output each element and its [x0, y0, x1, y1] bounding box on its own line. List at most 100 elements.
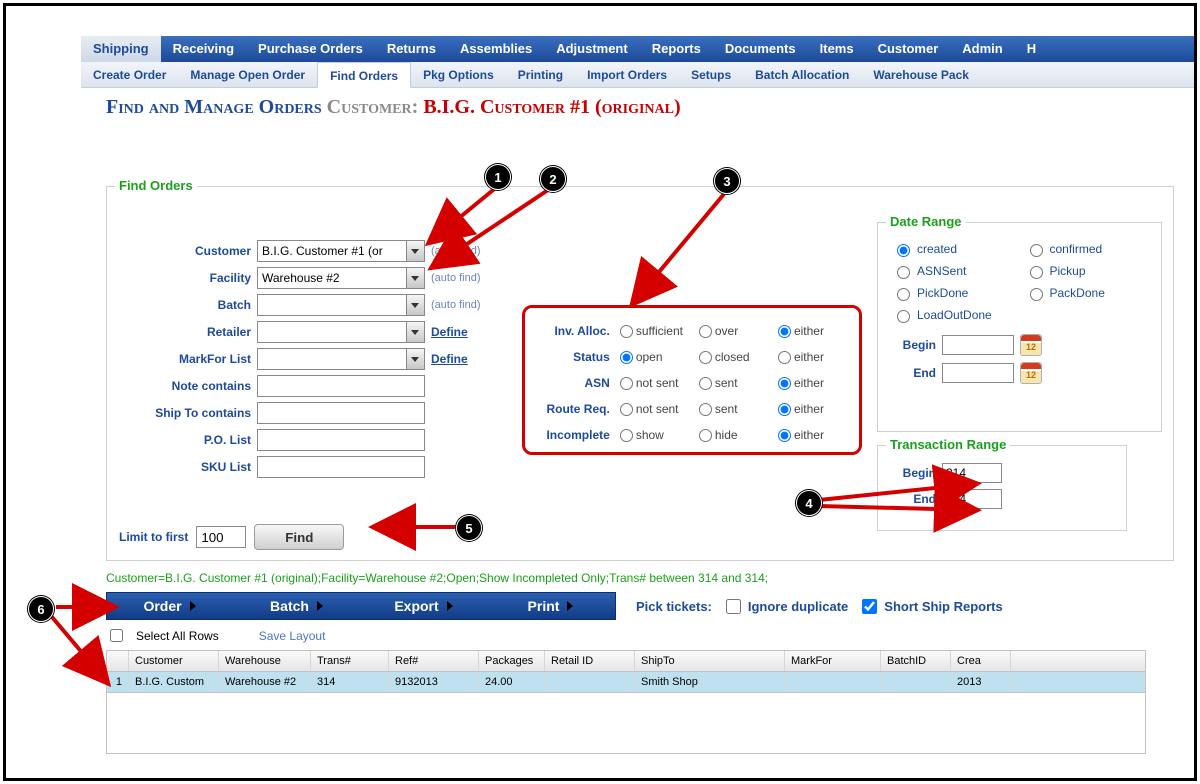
daterange-end-input[interactable]	[942, 363, 1014, 383]
filter-route-sent-radio[interactable]	[699, 403, 712, 416]
short-ship-checkbox[interactable]	[862, 599, 877, 614]
filter-incomp-show-radio[interactable]	[620, 429, 633, 442]
subnav-tab-pkg-options[interactable]: Pkg Options	[411, 62, 506, 87]
col-markfor[interactable]: MarkFor	[785, 651, 881, 671]
topnav-tab-documents[interactable]: Documents	[713, 36, 808, 62]
calendar-icon[interactable]	[1020, 362, 1042, 384]
col-retail[interactable]: Retail ID	[545, 651, 635, 671]
save-layout-link[interactable]: Save Layout	[259, 629, 326, 643]
filter-status-open[interactable]: open	[620, 350, 693, 364]
daterange-asnsent[interactable]: ASNSent	[892, 263, 1015, 279]
filter-asn-sent-radio[interactable]	[699, 377, 712, 390]
filter-invalloc-either[interactable]: either	[778, 324, 851, 338]
subnav-tab-import-orders[interactable]: Import Orders	[575, 62, 679, 87]
retailer-input[interactable]	[257, 321, 407, 343]
filter-incomp-hide[interactable]: hide	[699, 428, 772, 442]
filter-route-either[interactable]: either	[778, 402, 851, 416]
subnav-tab-find-orders[interactable]: Find Orders	[317, 62, 411, 88]
subnav-tab-setups[interactable]: Setups	[679, 62, 743, 87]
filter-status-open-radio[interactable]	[620, 351, 633, 364]
retailer-dropdown[interactable]	[407, 321, 425, 343]
daterange-pickdone[interactable]: PickDone	[892, 285, 1015, 301]
daterange-pickdone-radio[interactable]	[897, 288, 910, 301]
filter-incomp-either[interactable]: either	[778, 428, 851, 442]
topnav-tab-items[interactable]: Items	[808, 36, 866, 62]
select-all-checkbox[interactable]	[110, 629, 123, 642]
trans-end-input[interactable]	[942, 489, 1002, 509]
action-export[interactable]: Export	[361, 598, 488, 614]
filter-asn-not-sent[interactable]: not sent	[620, 376, 693, 390]
subnav-tab-create-order[interactable]: Create Order	[81, 62, 178, 87]
topnav-tab-shipping[interactable]: Shipping	[81, 36, 161, 62]
limit-input[interactable]	[196, 526, 246, 548]
customer-input[interactable]	[257, 240, 407, 262]
markfor-define[interactable]: Define	[431, 352, 468, 366]
daterange-packdone-radio[interactable]	[1030, 288, 1043, 301]
filter-route-not-sent[interactable]: not sent	[620, 402, 693, 416]
topnav-tab-assemblies[interactable]: Assemblies	[448, 36, 544, 62]
po-input[interactable]	[257, 429, 425, 451]
subnav-tab-manage-open-order[interactable]: Manage Open Order	[178, 62, 317, 87]
filter-invalloc-over-radio[interactable]	[699, 325, 712, 338]
daterange-begin-input[interactable]	[942, 335, 1014, 355]
facility-autofind[interactable]: (auto find)	[431, 272, 481, 284]
filter-status-closed[interactable]: closed	[699, 350, 772, 364]
table-row[interactable]: 1 B.I.G. Custom Warehouse #2 314 9132013…	[107, 672, 1145, 693]
trans-begin-input[interactable]	[942, 463, 1002, 483]
find-button[interactable]: Find	[254, 524, 344, 550]
col-customer[interactable]: Customer	[129, 651, 219, 671]
filter-status-closed-radio[interactable]	[699, 351, 712, 364]
batch-dropdown[interactable]	[407, 294, 425, 316]
subnav-tab-printing[interactable]: Printing	[506, 62, 575, 87]
action-batch[interactable]: Batch	[234, 598, 361, 614]
col-index[interactable]	[107, 651, 129, 671]
filter-incomp-show[interactable]: show	[620, 428, 693, 442]
daterange-pickup[interactable]: Pickup	[1025, 263, 1148, 279]
markfor-dropdown[interactable]	[407, 348, 425, 370]
filter-asn-sent[interactable]: sent	[699, 376, 772, 390]
col-shipto[interactable]: ShipTo	[635, 651, 785, 671]
daterange-loadoutdone-radio[interactable]	[897, 310, 910, 323]
daterange-asnsent-radio[interactable]	[897, 266, 910, 279]
filter-route-not-sent-radio[interactable]	[620, 403, 633, 416]
filter-route-sent[interactable]: sent	[699, 402, 772, 416]
filter-asn-either[interactable]: either	[778, 376, 851, 390]
filter-asn-not-sent-radio[interactable]	[620, 377, 633, 390]
daterange-created-radio[interactable]	[897, 244, 910, 257]
col-batchid[interactable]: BatchID	[881, 651, 951, 671]
filter-status-either[interactable]: either	[778, 350, 851, 364]
action-print[interactable]: Print	[488, 598, 615, 614]
topnav-tab-customer[interactable]: Customer	[866, 36, 951, 62]
daterange-confirmed-radio[interactable]	[1030, 244, 1043, 257]
daterange-confirmed[interactable]: confirmed	[1025, 241, 1148, 257]
filter-invalloc-either-radio[interactable]	[778, 325, 791, 338]
col-packages[interactable]: Packages	[479, 651, 545, 671]
filter-route-either-radio[interactable]	[778, 403, 791, 416]
retailer-define[interactable]: Define	[431, 325, 468, 339]
col-created[interactable]: Crea	[951, 651, 1011, 671]
calendar-icon[interactable]	[1020, 334, 1042, 356]
action-order[interactable]: Order	[107, 598, 234, 614]
ignore-duplicate-checkbox[interactable]	[726, 599, 741, 614]
filter-invalloc-sufficient-radio[interactable]	[620, 325, 633, 338]
daterange-packdone[interactable]: PackDone	[1025, 285, 1148, 301]
col-trans[interactable]: Trans#	[311, 651, 389, 671]
col-warehouse[interactable]: Warehouse	[219, 651, 311, 671]
daterange-pickup-radio[interactable]	[1030, 266, 1043, 279]
col-ref[interactable]: Ref#	[389, 651, 479, 671]
batch-input[interactable]	[257, 294, 407, 316]
topnav-tab-reports[interactable]: Reports	[640, 36, 713, 62]
daterange-loadoutdone[interactable]: LoadOutDone	[892, 307, 1015, 323]
daterange-created[interactable]: created	[892, 241, 1015, 257]
shipto-input[interactable]	[257, 402, 425, 424]
topnav-tab-returns[interactable]: Returns	[375, 36, 448, 62]
topnav-tab-receiving[interactable]: Receiving	[161, 36, 246, 62]
customer-dropdown[interactable]	[407, 240, 425, 262]
sku-input[interactable]	[257, 456, 425, 478]
filter-invalloc-over[interactable]: over	[699, 324, 772, 338]
facility-input[interactable]	[257, 267, 407, 289]
facility-dropdown[interactable]	[407, 267, 425, 289]
customer-autofind[interactable]: (auto find)	[431, 245, 481, 257]
subnav-tab-warehouse-pack[interactable]: Warehouse Pack	[861, 62, 981, 87]
filter-status-either-radio[interactable]	[778, 351, 791, 364]
